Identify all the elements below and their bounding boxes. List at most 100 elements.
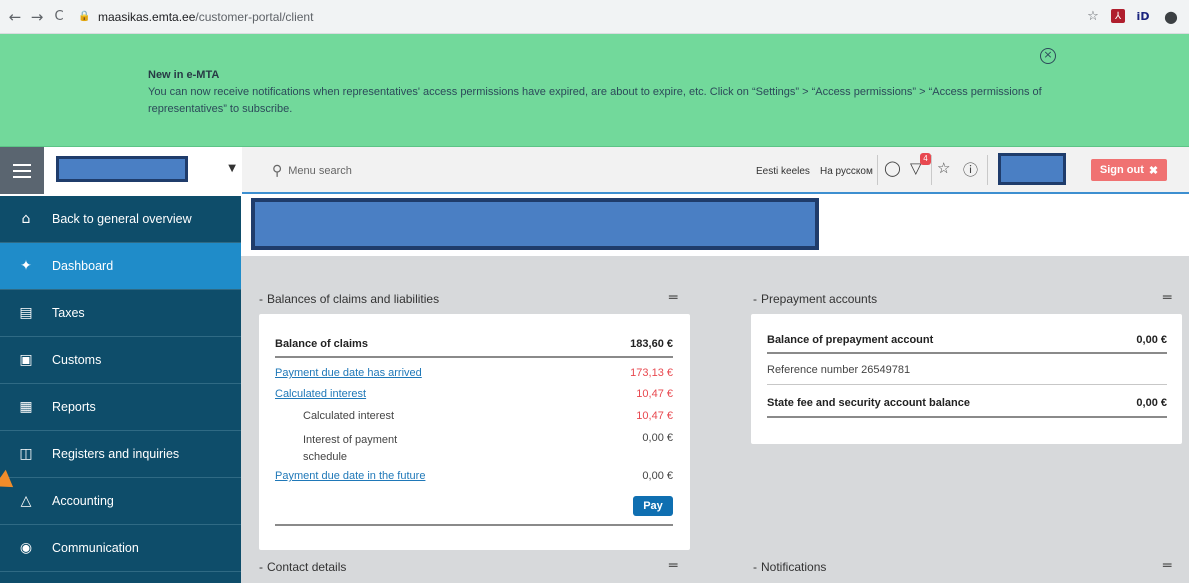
dashboard-icon: ✦ (20, 258, 32, 274)
sidebar-item-customs[interactable]: ▣ Customs (0, 337, 241, 384)
divider (767, 352, 1167, 354)
sign-out-button[interactable]: Sign out ✖ (1091, 159, 1167, 181)
contact-widget-header[interactable]: - Contact details (259, 560, 346, 574)
contact-heading: Contact details (267, 560, 347, 574)
sidebar-item-reports[interactable]: ▦ Reports (0, 384, 241, 431)
calculated-interest-row: Calculated interest 10,47 € (275, 388, 673, 400)
due-date-arrived-row: Payment due date has arrived 173,13 € (275, 367, 673, 379)
reload-icon[interactable]: C (48, 9, 70, 24)
collapse-icon[interactable]: - (753, 560, 757, 574)
app-header: ▼ ⚲ Menu search Eesti keeles На русском … (0, 147, 1189, 194)
main-content: - Balances of claims and liabilities ═ B… (241, 196, 1189, 583)
divider (987, 155, 988, 185)
favorites-star-icon[interactable]: ☆ (937, 159, 950, 177)
close-icon[interactable]: × (1040, 48, 1056, 64)
redacted-user-name (998, 153, 1066, 185)
sidebar-item-label: Communication (52, 541, 139, 555)
language-estonian-link[interactable]: Eesti keeles (756, 166, 810, 177)
language-russian-link[interactable]: На русском (820, 166, 873, 177)
pay-button[interactable]: Pay (633, 496, 673, 516)
reference-number: Reference number 26549781 (767, 364, 1167, 376)
address-bar[interactable]: 🔒 maasikas.emta.ee/customer-portal/clien… (78, 4, 1128, 29)
messages-icon[interactable]: ◯ (884, 159, 901, 177)
row-value: 173,13 € (630, 367, 673, 379)
notifications-widget-header[interactable]: - Notifications (753, 560, 826, 574)
notifications-heading: Notifications (761, 560, 827, 574)
menu-search[interactable]: ⚲ Menu search (272, 163, 352, 179)
state-fee-row: State fee and security account balance 0… (767, 397, 1167, 409)
balances-widget-header[interactable]: - Balances of claims and liabilities (259, 292, 439, 306)
drag-handle-icon[interactable]: ═ (1163, 290, 1171, 306)
row-value: 183,60 € (630, 338, 673, 350)
sidebar-item-label: Reports (52, 400, 96, 414)
collapse-icon[interactable]: - (259, 292, 263, 306)
page-title (241, 196, 1189, 256)
collapse-icon[interactable]: - (753, 292, 757, 306)
lock-icon: 🔒 (78, 11, 91, 22)
calculated-interest-link[interactable]: Calculated interest (275, 388, 366, 400)
divider (275, 356, 673, 358)
sidebar-item-dashboard[interactable]: ✦ Dashboard (0, 243, 241, 290)
notification-banner: New in e-MTA You can now receive notific… (0, 34, 1189, 147)
row-label: Balance of prepayment account (767, 334, 934, 346)
drag-handle-icon[interactable]: ═ (1163, 558, 1171, 574)
home-icon: ⌂ (21, 211, 31, 227)
bookmark-star-icon[interactable]: ☆ (1083, 6, 1103, 26)
row-value: 0,00 € (1136, 397, 1167, 409)
drag-handle-icon[interactable]: ═ (669, 290, 677, 306)
menu-search-placeholder: Menu search (288, 165, 352, 177)
row-label: Calculated interest (303, 410, 395, 422)
sidebar-item-registers[interactable]: ◫ Registers and inquiries (0, 431, 241, 478)
row-label: State fee and security account balance (767, 397, 970, 409)
sidebar-item-back-to-overview[interactable]: ⌂ Back to general overview (0, 196, 241, 243)
accounting-icon: △ (20, 493, 32, 509)
forward-icon[interactable]: → (26, 8, 48, 26)
sidebar-item-taxes[interactable]: ▤ Taxes (0, 290, 241, 337)
row-label: Balance of claims (275, 338, 368, 350)
close-icon: ✖ (1148, 164, 1159, 177)
help-icon[interactable]: ⓘ (963, 159, 978, 180)
balance-of-claims-row: Balance of claims 183,60 € (275, 338, 673, 350)
prepayment-balance-row: Balance of prepayment account 0,00 € (767, 334, 1167, 346)
row-value: 0,00 € (1136, 334, 1167, 346)
sidebar-item-label: Taxes (52, 306, 85, 320)
redacted-page-title (251, 198, 819, 250)
due-date-arrived-link[interactable]: Payment due date has arrived (275, 367, 422, 379)
row-value: 10,47 € (636, 388, 673, 400)
pdf-extension-icon[interactable]: ⅄ (1111, 9, 1125, 23)
profile-icon[interactable]: ● (1161, 6, 1181, 26)
row-value: 0,00 € (642, 470, 673, 482)
id-card-extension-icon[interactable]: iD (1133, 6, 1153, 26)
sidebar-item-label: Back to general overview (52, 212, 192, 226)
row-value: 0,00 € (642, 432, 673, 444)
url-path: /customer-portal/client (195, 9, 314, 24)
organization-selector[interactable]: ▼ (44, 147, 242, 194)
hamburger-menu-icon[interactable] (0, 147, 44, 194)
truck-icon: ▣ (19, 352, 33, 368)
collapse-icon[interactable]: - (259, 560, 263, 574)
sign-out-label: Sign out (1099, 164, 1144, 176)
sidebar-item-communication[interactable]: ◉ Communication (0, 525, 241, 572)
sidebar-item-label: Accounting (52, 494, 114, 508)
reference-number-text: Reference number 26549781 (767, 364, 911, 376)
sidebar-item-label: Dashboard (52, 259, 114, 273)
chevron-down-icon: ▼ (228, 163, 236, 174)
balances-card: Balance of claims 183,60 € Payment due d… (259, 314, 690, 550)
notification-count-badge: 4 (920, 153, 931, 165)
sidebar-item-accounting[interactable]: △ Accounting (0, 478, 241, 525)
interest-payment-schedule-row: Interest of payment schedule 0,00 € (303, 432, 673, 466)
browser-extensions: ☆ ⅄ iD ● (1083, 6, 1181, 26)
divider (275, 524, 673, 526)
row-label: Interest of payment schedule (303, 434, 398, 463)
prepayment-card: Balance of prepayment account 0,00 € Ref… (751, 314, 1182, 444)
drag-handle-icon[interactable]: ═ (669, 558, 677, 574)
divider (931, 155, 932, 185)
back-icon[interactable]: ← (4, 8, 26, 26)
due-date-future-link[interactable]: Payment due date in the future (275, 470, 425, 482)
sidebar-item-label: Customs (52, 353, 102, 367)
prepayment-widget-header[interactable]: - Prepayment accounts (753, 292, 877, 306)
due-date-future-row: Payment due date in the future 0,00 € (275, 470, 673, 482)
balances-heading: Balances of claims and liabilities (267, 292, 440, 306)
sidebar: ⌂ Back to general overview ✦ Dashboard ▤… (0, 196, 241, 583)
divider (877, 155, 878, 185)
